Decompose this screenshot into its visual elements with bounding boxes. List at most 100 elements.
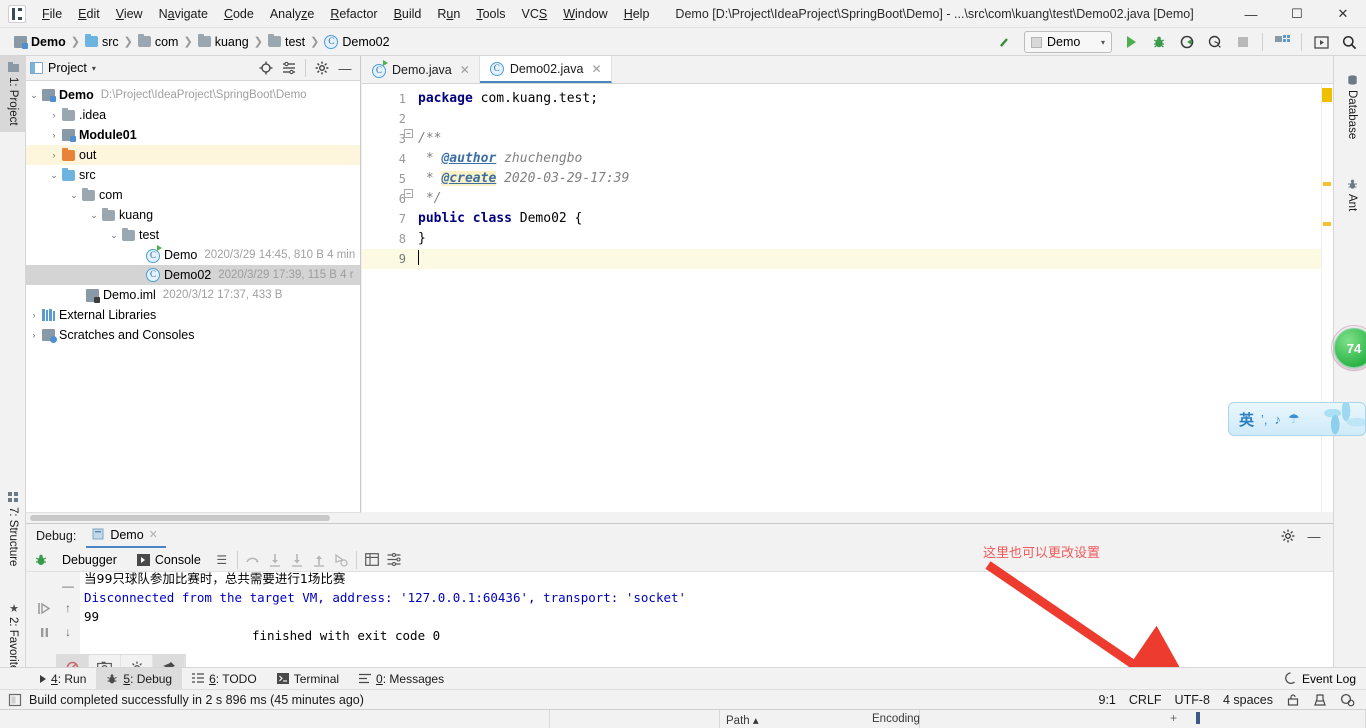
tree-item-out[interactable]: › out	[26, 145, 360, 165]
ime-skin-icon[interactable]: ☂	[1288, 411, 1300, 427]
chevron-right-icon[interactable]: ›	[46, 150, 62, 160]
tree-item-com[interactable]: ⌄ com	[26, 185, 360, 205]
settings-list-icon[interactable]	[383, 550, 405, 570]
tree-item-demo-iml[interactable]: Demo.iml 2020/3/12 17:37, 433 B	[26, 285, 360, 305]
minimize-button[interactable]: —	[1228, 0, 1274, 28]
breadcrumb-item-demo02[interactable]: C Demo02	[324, 34, 390, 49]
input-method-toolbar[interactable]: 英 ’, ♪ ☂	[1228, 402, 1366, 436]
status-badge[interactable]: 74	[1331, 325, 1366, 371]
tab-debug[interactable]: 5: Debug	[96, 667, 183, 690]
chevron-down-icon[interactable]: ⌄	[106, 230, 122, 241]
evaluate-expression-icon[interactable]	[361, 550, 383, 570]
menu-help[interactable]: Help	[616, 4, 658, 24]
debug-session-tab[interactable]: Demo ✕	[86, 525, 166, 548]
tree-item-module01[interactable]: › Module01	[26, 125, 360, 145]
breadcrumb-item-kuang[interactable]: kuang	[197, 34, 249, 49]
maximize-button[interactable]: ☐	[1274, 0, 1320, 28]
step-up-icon[interactable]: ↑	[56, 596, 80, 620]
menu-tools[interactable]: Tools	[468, 4, 513, 24]
run-anything-icon[interactable]	[1308, 30, 1334, 54]
warning-marker[interactable]	[1323, 222, 1331, 226]
code-fold-toggle[interactable]: −	[404, 189, 413, 198]
lock-icon[interactable]	[1286, 693, 1300, 707]
breadcrumb-item-test[interactable]: test	[267, 34, 305, 49]
tree-item-demo[interactable]: ⌄ Demo D:\Project\IdeaProject\SpringBoot…	[26, 85, 360, 105]
project-structure-icon[interactable]	[1269, 30, 1295, 54]
close-icon[interactable]: ✕	[460, 63, 470, 77]
breadcrumb-item-com[interactable]: com	[137, 34, 178, 49]
breadcrumb-item-demo[interactable]: Demo	[14, 35, 66, 49]
layout-menu-icon[interactable]: ☰	[211, 550, 233, 570]
sidebar-item-project[interactable]: 1: Project	[0, 56, 26, 132]
sidebar-item-database[interactable]: Database	[1340, 70, 1364, 144]
tab-debugger[interactable]: Debugger	[52, 551, 127, 569]
chevron-down-icon[interactable]: ⌄	[66, 190, 82, 201]
collapse-all-icon[interactable]	[278, 58, 300, 78]
add-icon[interactable]: +	[1170, 711, 1177, 725]
breadcrumb-item-src[interactable]: src	[84, 34, 119, 49]
hide-panel-icon[interactable]: —	[334, 58, 356, 78]
chevron-right-icon[interactable]: ›	[46, 130, 62, 140]
editor-horizontal-scrollbar[interactable]	[362, 512, 1333, 522]
tab-demo-java[interactable]: C Demo.java ✕	[362, 56, 480, 83]
step-out-icon[interactable]	[308, 550, 330, 570]
build-hammer-icon[interactable]	[992, 30, 1018, 54]
menu-file[interactable]: File	[34, 4, 70, 24]
chevron-down-icon[interactable]: ▾	[92, 64, 96, 73]
chevron-down-icon[interactable]: ⌄	[86, 210, 102, 221]
tab-terminal[interactable]: Terminal	[267, 668, 349, 690]
code-content[interactable]: package com.kuang.test; /** * @author zh…	[414, 84, 1333, 522]
run-button[interactable]	[1118, 30, 1144, 54]
menu-analyze[interactable]: Analyze	[262, 4, 322, 24]
indent-setting[interactable]: 4 spaces	[1223, 693, 1273, 707]
ime-punctuation-icon[interactable]: ’,	[1261, 412, 1268, 427]
sidebar-item-ant[interactable]: Ant	[1340, 174, 1364, 216]
tree-item-scratches[interactable]: › Scratches and Consoles	[26, 325, 360, 345]
tab-console[interactable]: Console	[127, 551, 211, 569]
warning-marker[interactable]	[1322, 88, 1332, 102]
profiler-icon[interactable]	[1202, 30, 1228, 54]
chevron-right-icon[interactable]: ›	[46, 110, 62, 120]
caret-position[interactable]: 9:1	[1099, 693, 1116, 707]
scroll-from-source-icon[interactable]	[255, 58, 277, 78]
chevron-down-icon[interactable]: ⌄	[26, 90, 42, 101]
menu-window[interactable]: Window	[555, 4, 615, 24]
run-to-cursor-icon[interactable]	[330, 550, 352, 570]
tab-run[interactable]: 4: Run	[30, 668, 96, 690]
menu-refactor[interactable]: Refactor	[322, 4, 385, 24]
chevron-right-icon[interactable]: ›	[26, 310, 42, 320]
tree-item-external-libraries[interactable]: › External Libraries	[26, 305, 360, 325]
scrollbar-thumb[interactable]	[30, 515, 330, 521]
tree-item-idea[interactable]: › .idea	[26, 105, 360, 125]
menu-vcs[interactable]: VCS	[514, 4, 556, 24]
step-over-icon[interactable]	[242, 550, 264, 570]
menu-run[interactable]: Run	[429, 4, 468, 24]
tab-messages[interactable]: 0: Messages	[349, 668, 454, 690]
warning-marker[interactable]	[1323, 182, 1331, 186]
debug-button[interactable]	[1146, 30, 1172, 54]
gear-icon[interactable]	[311, 58, 333, 78]
code-fold-toggle[interactable]: −	[404, 129, 413, 138]
step-down-icon[interactable]: ↓	[56, 620, 80, 644]
menu-code[interactable]: Code	[216, 4, 262, 24]
chevron-right-icon[interactable]: ›	[26, 330, 42, 340]
resume-program-icon[interactable]	[32, 596, 56, 620]
code-editor[interactable]: 1 2 3 4 5 6 7 8 9 − − package com.kuang.…	[362, 84, 1333, 522]
hide-panel-icon[interactable]: —	[1303, 526, 1325, 546]
close-icon[interactable]: ✕	[149, 528, 158, 541]
ime-sound-icon[interactable]: ♪	[1275, 412, 1282, 427]
stop-button[interactable]	[1230, 30, 1256, 54]
tree-item-demo-class[interactable]: C Demo 2020/3/29 14:45, 810 B 4 min	[26, 245, 360, 265]
tree-item-src[interactable]: ⌄ src	[26, 165, 360, 185]
sidebar-item-structure[interactable]: 7: Structure	[0, 486, 26, 572]
menu-view[interactable]: View	[108, 4, 151, 24]
tab-todo[interactable]: 6: TODO	[182, 668, 267, 690]
project-horizontal-scrollbar[interactable]	[26, 512, 361, 522]
close-icon[interactable]: ✕	[591, 62, 601, 76]
menu-edit[interactable]: Edit	[70, 4, 108, 24]
force-step-into-icon[interactable]	[286, 550, 308, 570]
line-separator[interactable]: CRLF	[1129, 693, 1162, 707]
pause-program-icon[interactable]	[32, 620, 56, 644]
event-log-button[interactable]: Event Log	[1284, 672, 1356, 686]
notifications-icon[interactable]	[1340, 693, 1355, 707]
